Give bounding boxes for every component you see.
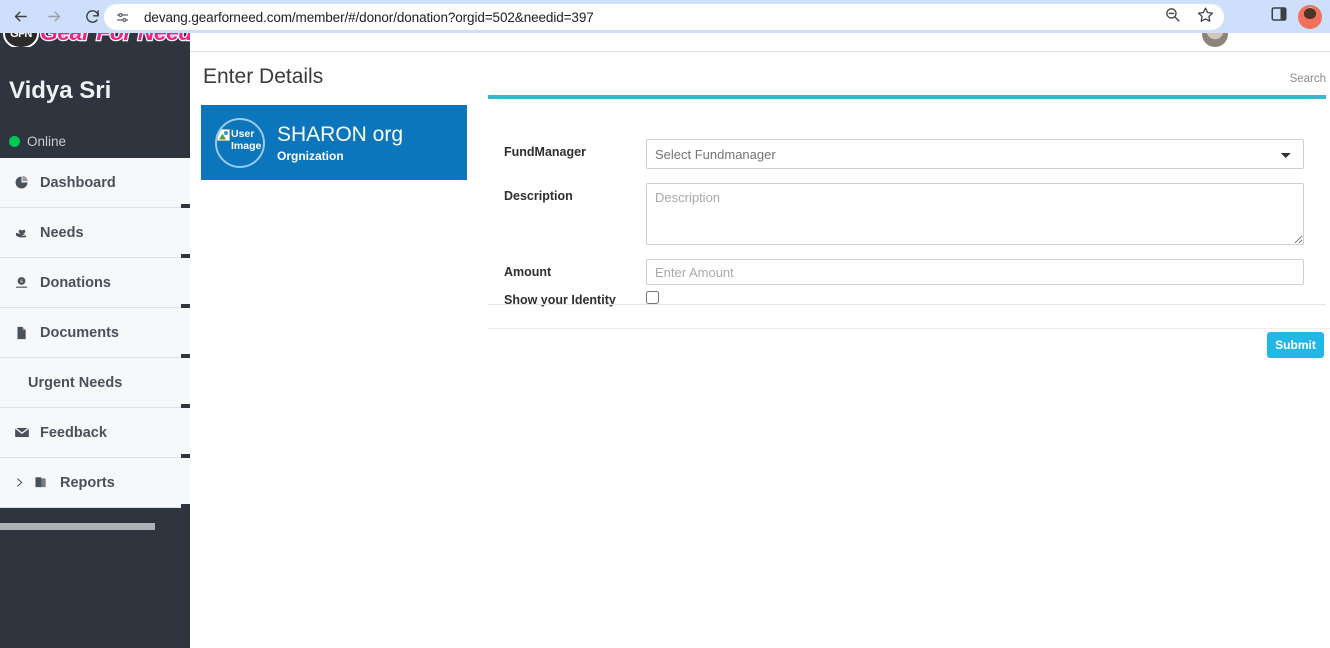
sidebar-item-reports[interactable]: Reports xyxy=(0,458,190,508)
back-button[interactable] xyxy=(6,3,34,31)
organization-meta: SHARON org Orgnization xyxy=(277,123,403,163)
image-alt-text: User Image xyxy=(231,127,262,152)
status-text: Online xyxy=(27,134,67,149)
pie-chart-icon xyxy=(14,175,36,190)
form-row-fundmanager: FundManager Select Fundmanager xyxy=(488,139,1326,169)
brand-badge-icon: GFN xyxy=(3,33,39,47)
forward-arrow-icon xyxy=(46,8,63,25)
brand-name: Gear For Need xyxy=(39,33,190,46)
broken-image-icon: User Image xyxy=(217,128,263,158)
sidebar-item-documents[interactable]: Documents xyxy=(0,308,190,358)
zoom-out-magnifier-icon[interactable] xyxy=(1164,6,1181,28)
show-identity-checkbox[interactable] xyxy=(646,291,659,304)
submit-button[interactable]: Submit xyxy=(1267,332,1324,358)
donation-form-panel: FundManager Select Fundmanager Descripti… xyxy=(488,95,1326,358)
sidebar-item-feedback[interactable]: Feedback xyxy=(0,408,190,458)
user-avatar-icon[interactable] xyxy=(1202,33,1228,47)
main-content: Enter Details Search User Image SHARON o… xyxy=(190,33,1330,648)
sidebar-item-label: Reports xyxy=(60,474,115,491)
sidebar-item-label: Donations xyxy=(40,274,111,291)
url-text: devang.gearforneed.com/member/#/donor/do… xyxy=(144,9,594,25)
status-dot-icon xyxy=(9,136,20,147)
user-name: Vidya Sri xyxy=(9,77,112,104)
show-identity-label: Show your Identity xyxy=(504,293,616,307)
organization-subtitle: Orgnization xyxy=(277,148,344,163)
content-header xyxy=(190,33,1330,52)
sidebar-item-label: Urgent Needs xyxy=(28,374,123,391)
folders-icon xyxy=(34,475,56,490)
amount-label: Amount xyxy=(504,265,552,279)
form-row-description: Description xyxy=(488,183,1326,250)
star-icon[interactable] xyxy=(1197,6,1214,28)
sidebar: GFN Gear For Need Vidya Sri Online Dashb… xyxy=(0,33,190,648)
form-divider xyxy=(488,304,1326,305)
organization-name: SHARON org xyxy=(277,122,404,146)
brand-logo[interactable]: GFN Gear For Need xyxy=(0,33,190,47)
sidebar-item-label: Dashboard xyxy=(40,174,116,191)
sidebar-item-dashboard[interactable]: Dashboard xyxy=(0,158,190,208)
side-panel-icon[interactable] xyxy=(1270,5,1288,28)
organization-avatar: User Image xyxy=(215,117,265,168)
hand-heart-icon xyxy=(14,225,36,240)
money-coin-icon: S xyxy=(14,275,36,290)
chevron-right-icon xyxy=(14,476,28,489)
back-arrow-icon xyxy=(12,8,29,25)
sidebar-menu: Dashboard Needs S Donations Documents Ur… xyxy=(0,158,190,508)
fundmanager-select[interactable]: Select Fundmanager xyxy=(646,139,1304,169)
document-icon xyxy=(14,325,36,341)
description-label: Description xyxy=(504,189,573,203)
sidebar-item-needs[interactable]: Needs xyxy=(0,208,190,258)
amount-input[interactable] xyxy=(646,259,1304,285)
sidebar-item-label: Needs xyxy=(40,224,84,241)
description-textarea[interactable] xyxy=(646,183,1304,245)
sidebar-item-donations[interactable]: S Donations xyxy=(0,258,190,308)
reload-button[interactable] xyxy=(78,3,106,31)
form-row-show-identity: Show your Identity xyxy=(488,287,1326,309)
address-bar[interactable]: devang.gearforneed.com/member/#/donor/do… xyxy=(104,4,1224,30)
fundmanager-label: FundManager xyxy=(504,145,586,159)
envelope-icon xyxy=(14,426,36,439)
form-row-amount: Amount xyxy=(488,259,1326,285)
user-panel: Vidya Sri Online xyxy=(0,55,190,173)
broken-image-glyph xyxy=(217,128,230,141)
page-viewport: GFN Gear For Need Vidya Sri Online Dashb… xyxy=(0,33,1330,648)
svg-text:S: S xyxy=(20,280,23,285)
tune-sliders-icon[interactable] xyxy=(110,5,134,29)
sidebar-item-urgent-needs[interactable]: Urgent Needs xyxy=(0,358,190,408)
browser-toolbar: devang.gearforneed.com/member/#/donor/do… xyxy=(0,0,1330,33)
panel-bottom-rule xyxy=(488,328,1330,329)
sidebar-item-label: Documents xyxy=(40,324,119,341)
user-status: Online xyxy=(9,134,66,149)
forward-button[interactable] xyxy=(40,3,68,31)
organization-card[interactable]: User Image SHARON org Orgnization xyxy=(201,105,467,180)
search-label[interactable]: Search xyxy=(1290,73,1326,85)
profile-avatar-icon[interactable] xyxy=(1298,4,1322,29)
sidebar-item-label: Feedback xyxy=(40,424,107,441)
page-title: Enter Details xyxy=(203,65,324,88)
reload-icon xyxy=(84,8,101,25)
sidebar-horizontal-scrollbar[interactable] xyxy=(0,523,155,530)
